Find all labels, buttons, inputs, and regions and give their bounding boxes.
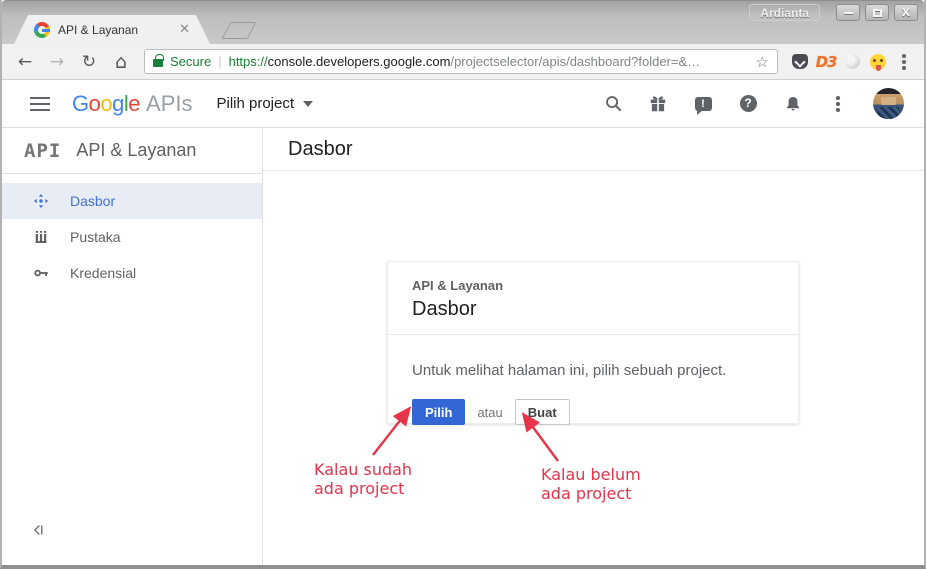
pilih-button[interactable]: Pilih xyxy=(412,399,466,425)
wink-emoji-icon xyxy=(870,53,886,71)
new-tab-button[interactable] xyxy=(221,22,257,39)
page-title: Dasbor xyxy=(288,137,353,160)
card-header: API & Layanan Dasbor xyxy=(388,262,798,335)
sidebar-item-label: Pustaka xyxy=(70,229,121,245)
sidebar-title: API & Layanan xyxy=(76,140,197,160)
sidebar-nav: Dasbor Pustaka Kredensial xyxy=(2,174,262,291)
url-path: /projectselector/apis/dashboard?folder=&… xyxy=(450,54,701,69)
address-bar[interactable]: Secure | https://console.developers.goog… xyxy=(144,49,778,74)
sidebar-item-pustaka[interactable]: Pustaka xyxy=(2,219,262,255)
key-icon xyxy=(34,269,48,277)
help-icon[interactable] xyxy=(738,94,758,114)
pocket-extension-icon[interactable] xyxy=(790,52,810,72)
annotation-right-line2: ada project xyxy=(541,484,632,503)
window-title: Ardianta xyxy=(749,4,820,21)
browser-tab[interactable]: API & Layanan ✕ xyxy=(14,15,210,44)
minimize-button[interactable] xyxy=(836,4,860,21)
notifications-bell-icon[interactable] xyxy=(783,94,803,114)
browser-window: Ardianta X API & Layanan ✕ ← → ↻ ⌂ Secur… xyxy=(0,0,926,569)
dashboard-icon xyxy=(33,193,49,209)
tab-title: API & Layanan xyxy=(58,22,139,37)
library-icon xyxy=(35,231,47,243)
annotation-right-line1: Kalau belum xyxy=(541,465,641,484)
api-logo: API xyxy=(24,139,62,162)
annotation-right: Kalau belum ada project xyxy=(541,465,641,503)
annotation-left-line2: ada project xyxy=(314,479,405,498)
minimize-icon xyxy=(843,11,853,14)
reload-icon[interactable]: ↻ xyxy=(76,52,102,72)
secure-lock-icon[interactable] xyxy=(153,54,164,67)
annotation-left: Kalau sudah ada project xyxy=(314,460,412,498)
url-text[interactable]: https://console.developers.google.com/pr… xyxy=(229,54,749,69)
home-icon[interactable]: ⌂ xyxy=(108,51,134,73)
pocket-icon xyxy=(792,54,808,69)
google-logo-word: Google xyxy=(72,90,141,116)
logo-suffix: APIs xyxy=(146,90,193,116)
disabled-extension-icon[interactable] xyxy=(842,52,862,72)
console-header: Google APIs Pilih project xyxy=(2,80,924,128)
url-host: console.developers.google.com xyxy=(267,54,451,69)
sidebar-item-label: Kredensial xyxy=(70,265,137,281)
sidebar-item-label: Dasbor xyxy=(70,193,116,209)
avatar[interactable] xyxy=(873,88,904,119)
project-selector-label: Pilih project xyxy=(216,95,295,112)
conjunction-label: atau xyxy=(477,404,503,420)
exclamation-bubble-icon xyxy=(694,96,712,115)
close-window-button[interactable]: X xyxy=(894,4,918,21)
project-selector[interactable]: Pilih project xyxy=(216,95,314,112)
gift-icon[interactable] xyxy=(648,94,668,114)
google-apis-logo: Google APIs xyxy=(72,91,192,117)
chevron-down-icon xyxy=(303,100,314,107)
emoji-extension-icon[interactable] xyxy=(868,52,888,72)
annotation-left-line1: Kalau sudah xyxy=(314,460,413,479)
close-icon: X xyxy=(901,6,911,19)
back-icon[interactable]: ← xyxy=(12,52,38,72)
console-more-icon[interactable] xyxy=(836,101,840,106)
sidebar: API API & Layanan Dasbor Pustaka Kredens… xyxy=(2,128,263,565)
feedback-icon[interactable] xyxy=(693,94,713,115)
sidebar-item-kredensial[interactable]: Kredensial xyxy=(2,255,262,291)
sidebar-item-dasbor[interactable]: Dasbor xyxy=(2,183,262,219)
sidebar-header: API API & Layanan xyxy=(2,128,262,174)
url-separator: | xyxy=(218,54,222,69)
maximize-button[interactable] xyxy=(865,4,889,21)
google-favicon-icon xyxy=(34,22,50,38)
card-eyebrow: API & Layanan xyxy=(412,278,504,293)
card-message: Untuk melihat halaman ini, pilih sebuah … xyxy=(412,362,727,379)
url-scheme: https:// xyxy=(228,54,268,69)
forward-icon[interactable]: → xyxy=(44,52,70,72)
question-circle-icon xyxy=(739,95,757,112)
bookmark-star-icon[interactable]: ☆ xyxy=(756,53,769,71)
hamburger-menu-icon[interactable] xyxy=(30,102,50,105)
gray-sphere-icon xyxy=(844,54,860,69)
maximize-icon xyxy=(872,8,882,17)
browser-toolbar: ← → ↻ ⌂ Secure | https://console.develop… xyxy=(2,44,924,80)
search-icon[interactable] xyxy=(603,94,623,114)
buat-button[interactable]: Buat xyxy=(514,399,570,425)
collapse-sidebar-icon[interactable] xyxy=(30,522,46,543)
project-card: API & Layanan Dasbor Untuk melihat halam… xyxy=(387,261,799,425)
chrome-menu-icon[interactable] xyxy=(902,59,906,64)
page-title-band: Dasbor xyxy=(263,128,924,171)
main-content: Dasbor API & Layanan Dasbor Untuk meliha… xyxy=(263,128,924,565)
card-title: Dasbor xyxy=(412,298,477,320)
secure-label[interactable]: Secure xyxy=(170,54,211,69)
d3-extension-icon[interactable]: D3 xyxy=(816,52,838,72)
window-titlebar: Ardianta X API & Layanan ✕ xyxy=(2,0,924,44)
tab-close-icon[interactable]: ✕ xyxy=(179,22,190,37)
card-body: Untuk melihat halaman ini, pilih sebuah … xyxy=(388,335,798,425)
